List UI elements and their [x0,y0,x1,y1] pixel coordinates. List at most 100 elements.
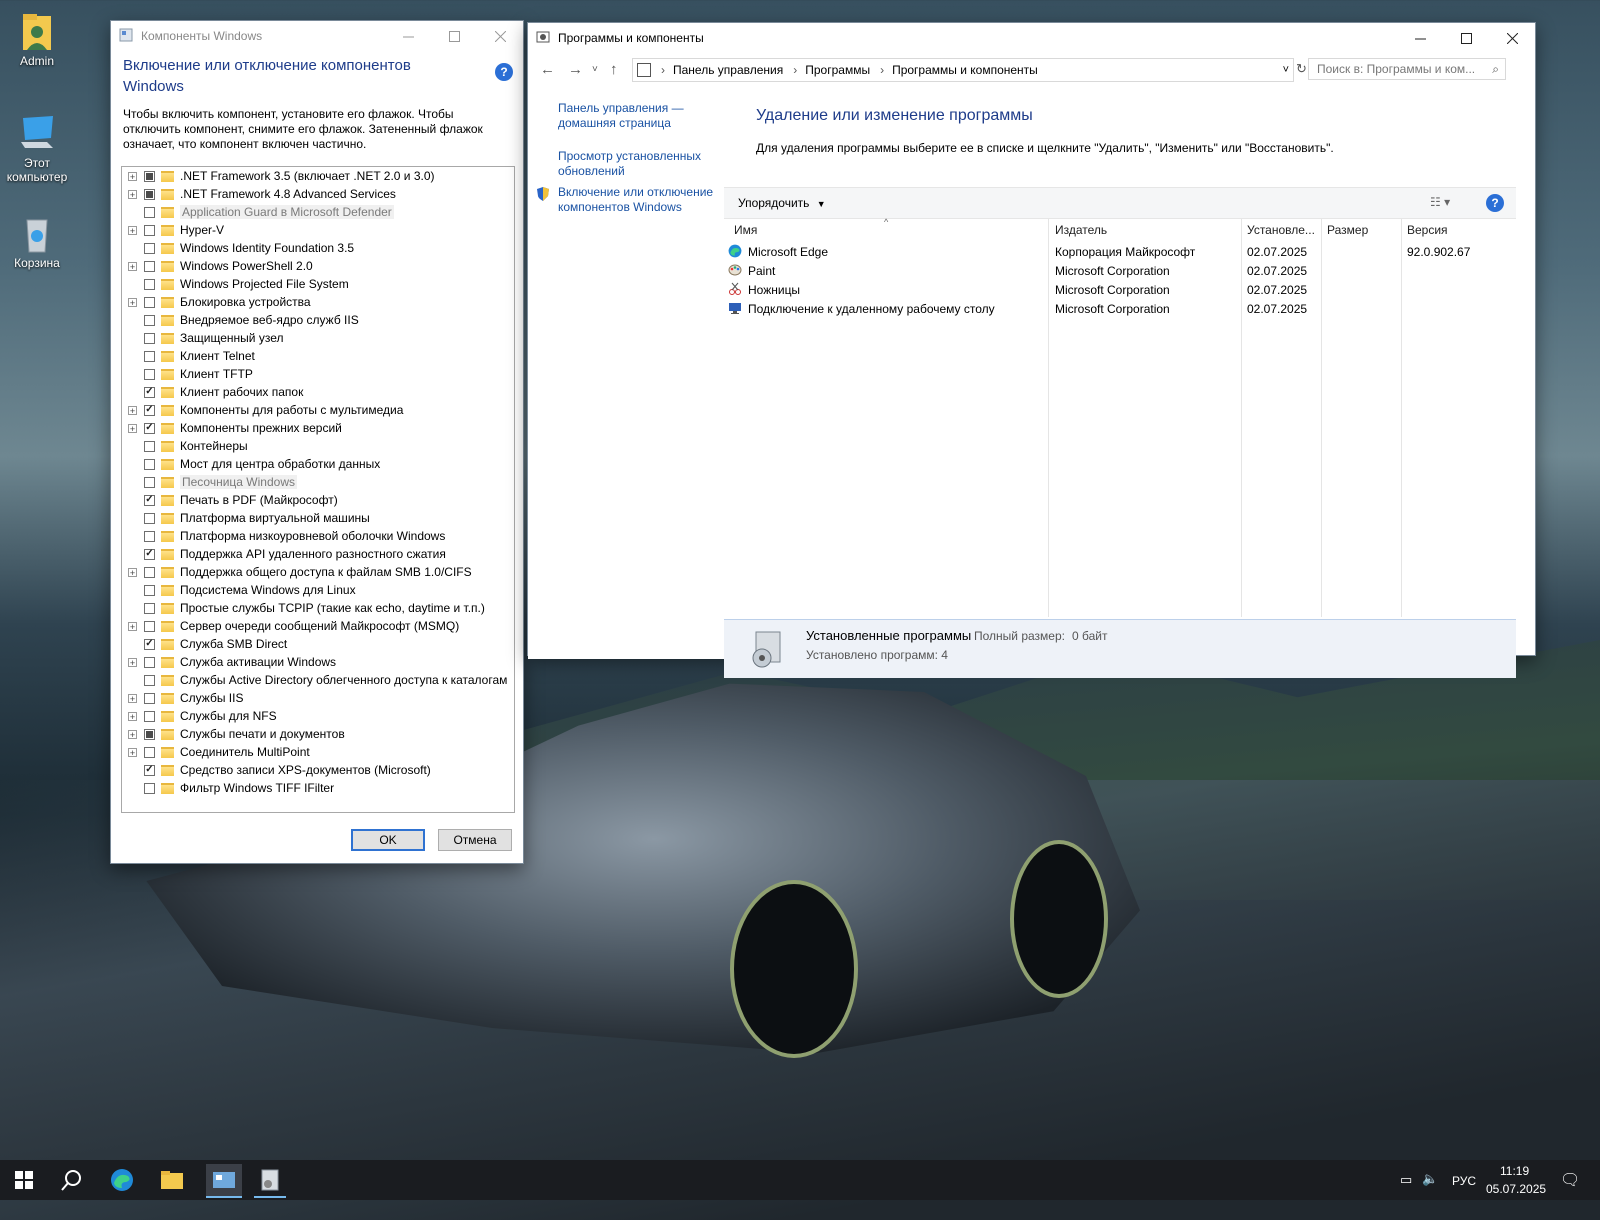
feature-checkbox[interactable] [144,692,155,704]
feature-item[interactable]: Защищенный узел [122,329,514,347]
feature-item[interactable]: Контейнеры [122,437,514,455]
maximize-button[interactable] [431,21,477,51]
nav-turn-features[interactable]: Включение или отключение компонентов Win… [558,185,723,215]
feature-item[interactable]: + .NET Framework 3.5 (включает .NET 2.0 и… [122,167,514,185]
program-row[interactable]: Ножницы Microsoft Corporation 02.07.2025 [728,281,1508,300]
feature-item[interactable]: Windows Projected File System [122,275,514,293]
feature-checkbox[interactable] [144,674,155,686]
feature-checkbox[interactable] [144,764,155,776]
ok-button[interactable]: OK [351,829,425,851]
forward-icon[interactable]: → [568,61,583,78]
feature-checkbox[interactable] [144,728,155,740]
feature-item[interactable]: + Компоненты прежних версий [122,419,514,437]
feature-checkbox[interactable] [144,422,155,434]
close-button[interactable] [477,21,523,51]
organize-button[interactable]: Упорядочить ▼ [738,196,826,210]
feature-checkbox[interactable] [144,260,155,272]
feature-item[interactable]: Средство записи XPS-документов (Microsof… [122,761,514,779]
feature-checkbox[interactable] [144,188,155,200]
start-icon[interactable] [10,1166,38,1194]
expand-icon[interactable]: + [128,189,137,199]
expand-icon[interactable]: + [128,567,137,577]
features-tree[interactable]: + .NET Framework 3.5 (включает .NET 2.0 и… [121,166,515,813]
expand-icon[interactable]: + [128,261,137,271]
feature-item[interactable]: Платформа низкоуровневой оболочки Window… [122,527,514,545]
feature-item[interactable]: + Соединитель MultiPoint [122,743,514,761]
volume-icon[interactable]: 🔈 [1422,1171,1438,1187]
notifications-icon[interactable]: 🗨 [1560,1170,1580,1190]
refresh-icon[interactable]: ↻ [1296,61,1307,77]
view-options-icon[interactable]: ☷ ▾ [1430,195,1450,209]
feature-item[interactable]: Печать в PDF (Майкрософт) [122,491,514,509]
feature-item[interactable]: + Службы IIS [122,689,514,707]
up-icon[interactable]: ↑ [610,61,618,78]
expand-icon[interactable]: + [128,729,137,739]
feature-item[interactable]: + Службы печати и документов [122,725,514,743]
feature-item[interactable]: Платформа виртуальной машины [122,509,514,527]
cancel-button[interactable]: Отмена [438,829,512,851]
feature-item[interactable]: Службы Active Directory облегченного дос… [122,671,514,689]
minimize-button[interactable] [385,21,431,51]
programs-titlebar[interactable]: Программы и компоненты [528,23,1535,53]
column-name[interactable]: Имя [734,223,757,237]
address-dropdown-icon[interactable]: ˅ [1283,64,1289,76]
search-icon[interactable] [58,1166,86,1194]
expand-icon[interactable]: + [128,711,137,721]
expand-icon[interactable]: + [128,405,137,415]
windows-features-task-icon[interactable] [206,1164,242,1198]
feature-item[interactable]: Windows Identity Foundation 3.5 [122,239,514,257]
breadcrumb-programs[interactable]: Программы [805,63,870,77]
feature-item[interactable]: + .NET Framework 4.8 Advanced Services [122,185,514,203]
feature-item[interactable]: + Hyper-V [122,221,514,239]
close-button[interactable] [1489,23,1535,53]
column-installed[interactable]: Установле... [1247,223,1315,237]
expand-icon[interactable]: + [128,747,137,757]
column-version[interactable]: Версия [1407,223,1448,237]
feature-checkbox[interactable] [144,170,155,182]
feature-item[interactable]: Мост для центра обработки данных [122,455,514,473]
feature-checkbox[interactable] [144,332,155,344]
feature-checkbox[interactable] [144,638,155,650]
feature-checkbox[interactable] [144,494,155,506]
feature-checkbox[interactable] [144,548,155,560]
feature-item[interactable]: Служба SMB Direct [122,635,514,653]
help-icon[interactable]: ? [1486,194,1504,212]
features-titlebar[interactable]: Компоненты Windows [111,21,523,51]
help-icon[interactable]: ? [495,63,513,81]
input-language[interactable]: РУС [1452,1174,1476,1188]
feature-checkbox[interactable] [144,782,155,794]
feature-checkbox[interactable] [144,530,155,542]
expand-icon[interactable]: + [128,225,137,235]
expand-icon[interactable]: + [128,693,137,703]
feature-item[interactable]: Поддержка API удаленного разностного сжа… [122,545,514,563]
programs-features-task-icon[interactable] [254,1164,286,1198]
search-input[interactable]: Поиск в: Программы и ком... ⌕ [1308,58,1506,80]
edge-icon[interactable] [108,1166,136,1194]
feature-checkbox[interactable] [144,368,155,380]
address-bar[interactable]: › Панель управления › Программы › Програ… [632,58,1294,82]
expand-icon[interactable]: + [128,423,137,433]
feature-checkbox[interactable] [144,386,155,398]
feature-item[interactable]: Песочница Windows [122,473,514,491]
feature-checkbox[interactable] [144,566,155,578]
feature-item[interactable]: + Службы для NFS [122,707,514,725]
feature-checkbox[interactable] [144,278,155,290]
minimize-button[interactable] [1397,23,1443,53]
feature-checkbox[interactable] [144,512,155,524]
feature-item[interactable]: Клиент TFTP [122,365,514,383]
feature-item[interactable]: + Компоненты для работы с мультимедиа [122,401,514,419]
expand-icon[interactable]: + [128,171,137,181]
program-row[interactable]: Paint Microsoft Corporation 02.07.2025 [728,262,1508,281]
feature-checkbox[interactable] [144,710,155,722]
feature-checkbox[interactable] [144,602,155,614]
feature-checkbox[interactable] [144,296,155,308]
expand-icon[interactable]: + [128,621,137,631]
clock-date[interactable]: 05.07.2025 [1486,1182,1546,1196]
feature-item[interactable]: Application Guard в Microsoft Defender [122,203,514,221]
desktop-icon-recycle-bin[interactable]: Корзина [0,212,74,270]
column-size[interactable]: Размер [1327,223,1368,237]
breadcrumb-control-panel[interactable]: Панель управления [673,63,783,77]
feature-item[interactable]: Простые службы TCPIP (такие как echo, da… [122,599,514,617]
expand-icon[interactable]: + [128,657,137,667]
program-row[interactable]: Подключение к удаленному рабочему столу M… [728,300,1508,319]
